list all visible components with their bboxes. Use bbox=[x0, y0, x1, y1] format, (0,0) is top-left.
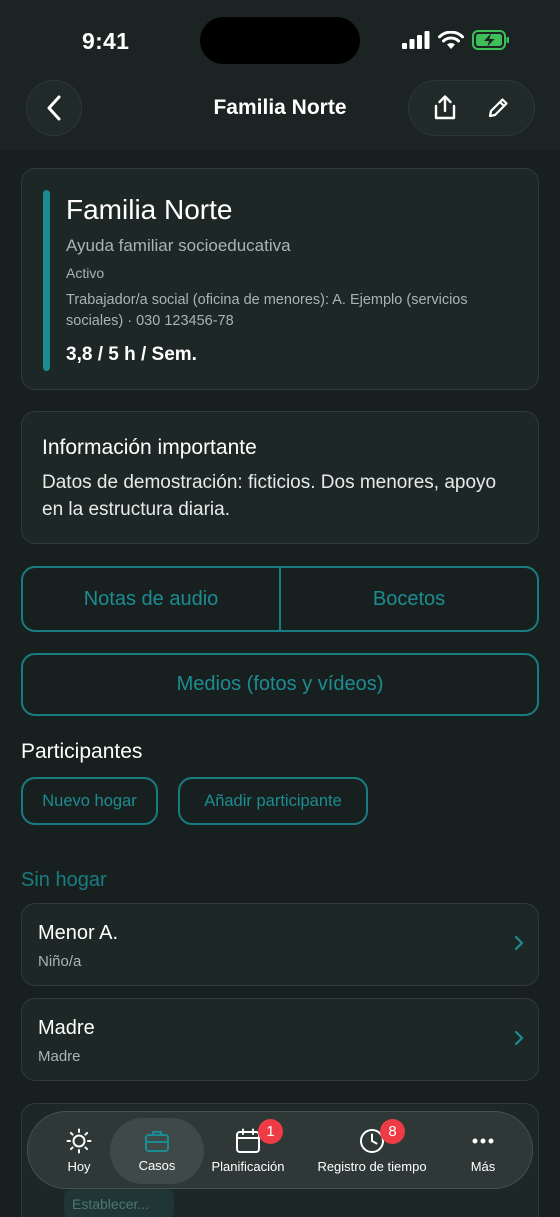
case-status: Activo bbox=[66, 265, 105, 281]
share-icon bbox=[435, 95, 456, 120]
chevron-right-icon bbox=[514, 935, 524, 951]
case-hours: 3,8 / 5 h / Sem. bbox=[66, 344, 197, 365]
nav-actions-group bbox=[408, 80, 535, 136]
tab-label: Planificación bbox=[211, 1159, 285, 1174]
important-info-body: Datos de demostración: ficticios. Dos me… bbox=[42, 472, 497, 520]
share-button[interactable] bbox=[425, 88, 465, 128]
status-time: 9:41 bbox=[82, 28, 130, 54]
status-accent-bar bbox=[43, 190, 50, 371]
edit-button[interactable] bbox=[478, 88, 518, 128]
more-dots-icon bbox=[472, 1138, 494, 1144]
tab-label: Casos bbox=[138, 1158, 176, 1173]
case-name: Familia Norte bbox=[66, 194, 233, 225]
important-info-card: Información importante Datos de demostra… bbox=[21, 411, 539, 544]
participant-row[interactable]: Menor A. Niño/a bbox=[21, 903, 539, 986]
chevron-right-icon bbox=[514, 1030, 524, 1046]
audio-notes-button[interactable]: Notas de audio bbox=[23, 568, 279, 630]
notification-badge: 1 bbox=[258, 1119, 283, 1144]
navigation-bar: Familia Norte bbox=[0, 80, 560, 150]
case-header-card: Familia Norte Ayuda familiar socioeducat… bbox=[21, 168, 539, 390]
participant-row[interactable]: Madre Madre bbox=[21, 998, 539, 1081]
add-participant-button[interactable]: Añadir participante bbox=[178, 777, 368, 825]
tab-label: Registro de tiempo bbox=[317, 1159, 427, 1174]
dynamic-island bbox=[200, 17, 360, 64]
case-type: Ayuda familiar socioeducativa bbox=[66, 236, 291, 255]
pencil-icon bbox=[488, 98, 508, 118]
tab-more[interactable]: Más bbox=[458, 1112, 508, 1190]
status-bar: 9:41 bbox=[0, 0, 560, 80]
status-icons bbox=[402, 30, 510, 50]
participants-title: Participantes bbox=[21, 740, 143, 763]
briefcase-icon bbox=[145, 1131, 169, 1152]
participant-role: Madre bbox=[38, 1048, 81, 1065]
wifi-icon bbox=[438, 30, 464, 49]
sketches-button[interactable]: Bocetos bbox=[281, 568, 537, 630]
participant-name: Madre bbox=[38, 1017, 95, 1039]
sun-icon bbox=[66, 1128, 92, 1154]
battery-charging-icon bbox=[472, 30, 509, 50]
new-household-button[interactable]: Nuevo hogar bbox=[21, 777, 158, 825]
audio-sketch-button-group: Notas de audio Bocetos bbox=[21, 566, 539, 632]
tab-time-tracking[interactable]: Registro de tiempo 8 bbox=[308, 1112, 436, 1190]
media-button[interactable]: Medios (fotos y vídeos) bbox=[21, 653, 539, 716]
set-chip[interactable]: Establecer... bbox=[64, 1189, 174, 1217]
signal-icon bbox=[402, 31, 430, 49]
participant-name: Menor A. bbox=[38, 922, 119, 944]
participant-role: Niño/a bbox=[38, 953, 82, 970]
tab-bar: Hoy Casos Planificación 1 Registro de ti… bbox=[27, 1111, 533, 1189]
tab-planning[interactable]: Planificación 1 bbox=[204, 1112, 292, 1190]
tab-label: Más bbox=[470, 1159, 496, 1174]
group-title-no-household: Sin hogar bbox=[21, 869, 107, 891]
notification-badge: 8 bbox=[380, 1119, 405, 1144]
tab-cases[interactable]: Casos bbox=[110, 1112, 204, 1190]
tab-label: Hoy bbox=[67, 1159, 91, 1174]
tab-today[interactable]: Hoy bbox=[50, 1112, 108, 1190]
case-social-worker: Trabajador/a social (oficina de menores)… bbox=[66, 292, 468, 329]
important-info-title: Información importante bbox=[42, 436, 257, 459]
